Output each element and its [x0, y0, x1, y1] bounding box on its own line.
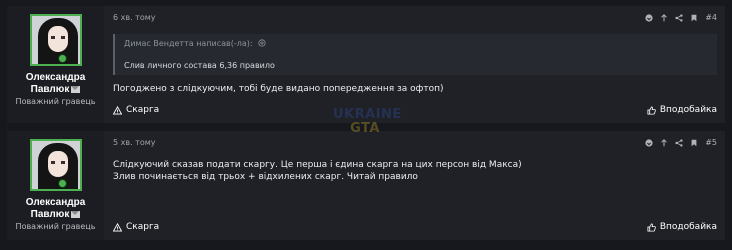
post-time[interactable]: 5 хв. тому: [113, 138, 717, 147]
like-button[interactable]: Вподобайка: [647, 105, 717, 115]
share-icon[interactable]: [675, 138, 683, 147]
user-rank: Поважний гравець: [15, 97, 96, 106]
thumbs-up-icon: [647, 105, 656, 115]
avatar[interactable]: [29, 139, 82, 191]
quote-text: Слив личного состава 6,36 правило: [124, 61, 275, 70]
quote-header[interactable]: Димас Вендетта написав(-ла):: [124, 39, 709, 48]
post-footer: Скарга Вподобайка: [113, 105, 717, 115]
post-text: Погоджено з слідкуючим, тобі буде видано…: [113, 84, 444, 94]
username[interactable]: Олександра Павлюк: [26, 72, 86, 96]
avatar[interactable]: [29, 14, 82, 66]
post-time[interactable]: 6 хв. тому: [113, 13, 717, 22]
report-button[interactable]: Скарга: [113, 222, 159, 232]
online-badge-icon: [57, 179, 67, 188]
username[interactable]: Олександра Павлюк: [26, 197, 86, 221]
quote-block: Димас Вендетта написав(-ла): Слив личног…: [113, 34, 717, 75]
watermark-logo: UKRAINE GTA: [333, 107, 402, 136]
warning-icon: [113, 105, 122, 115]
post-tools: #5: [645, 138, 717, 147]
post-number[interactable]: #5: [705, 138, 717, 147]
user-rank: Поважний гравець: [15, 222, 96, 231]
moderation-icon[interactable]: [645, 138, 653, 147]
user-card: Олександра Павлюк Поважний гравець: [7, 131, 104, 240]
post-body: 6 хв. тому #4 Димас Вендетта написав(-ла…: [104, 6, 725, 123]
moderation-icon[interactable]: [645, 13, 653, 22]
post: Олександра Павлюк Поважний гравець 5 хв.…: [7, 131, 725, 240]
expand-quote-icon[interactable]: [258, 39, 266, 47]
mail-icon[interactable]: [71, 211, 81, 218]
like-button[interactable]: Вподобайка: [647, 222, 717, 232]
post: Олександра Павлюк Поважний гравець 6 хв.…: [7, 6, 725, 123]
bookmark-icon[interactable]: [690, 14, 698, 22]
post-text: Слідкуючий сказав подати скаргу. Це перш…: [113, 160, 522, 182]
user-card: Олександра Павлюк Поважний гравець: [7, 6, 104, 123]
post-footer: Скарга Вподобайка: [113, 222, 717, 232]
online-badge-icon: [57, 54, 67, 63]
arrow-up-icon[interactable]: [660, 138, 668, 147]
mail-icon[interactable]: [71, 86, 81, 93]
post-body: 5 хв. тому #5 Слідкуючий сказав подати с…: [104, 131, 725, 240]
arrow-up-icon[interactable]: [660, 13, 668, 22]
post-number[interactable]: #4: [705, 13, 717, 22]
report-button[interactable]: Скарга: [113, 105, 159, 115]
post-tools: #4: [645, 13, 717, 22]
share-icon[interactable]: [675, 13, 683, 22]
warning-icon: [113, 222, 122, 232]
thumbs-up-icon: [647, 222, 656, 232]
bookmark-icon[interactable]: [690, 139, 698, 147]
